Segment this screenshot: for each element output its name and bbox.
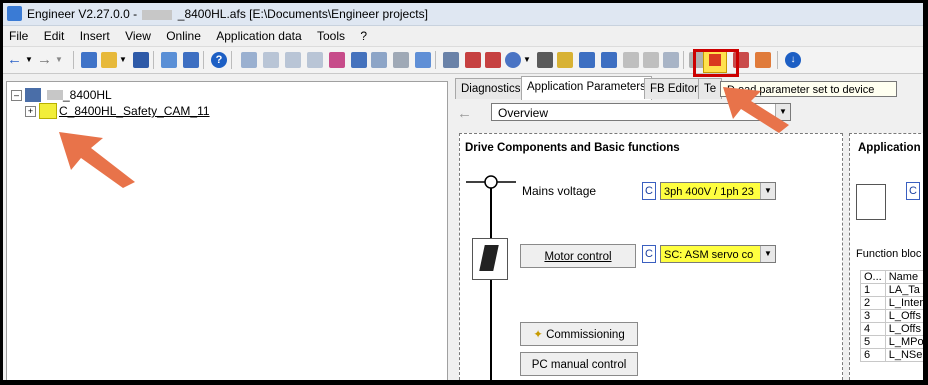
tab-application-parameters[interactable]: Application Parameters bbox=[521, 76, 652, 100]
motor-control-select[interactable]: SC: ASM servo co ▼ bbox=[660, 245, 776, 263]
disabled-icon[interactable] bbox=[623, 52, 639, 68]
chevron-down-icon[interactable]: ▼ bbox=[55, 52, 71, 68]
pc-manual-control-button[interactable]: PC manual control bbox=[520, 352, 638, 376]
table-row[interactable]: 2 L_Inter bbox=[860, 296, 923, 310]
menu-edit[interactable]: Edit bbox=[38, 27, 71, 45]
table-row[interactable]: 3 L_Offs bbox=[860, 309, 923, 323]
device-icon[interactable] bbox=[263, 52, 279, 68]
signal-icon[interactable] bbox=[505, 52, 521, 68]
go-online-icon[interactable] bbox=[465, 52, 481, 68]
annotation-arrow bbox=[59, 132, 135, 188]
device-icon[interactable] bbox=[351, 52, 367, 68]
app-icon bbox=[7, 6, 22, 21]
fb-col-name[interactable]: Name bbox=[884, 270, 923, 284]
connect-icon[interactable] bbox=[329, 52, 345, 68]
engineer-window: Engineer V2.27.0.0 - _8400HL.afs [E:\Doc… bbox=[3, 3, 923, 380]
forward-icon[interactable]: → bbox=[37, 52, 53, 68]
collapse-icon[interactable]: – bbox=[11, 90, 22, 101]
project-icon[interactable] bbox=[183, 52, 199, 68]
config-badge: C bbox=[642, 245, 656, 263]
mains-voltage-select[interactable]: 3ph 400V / 1ph 23 ▼ bbox=[660, 182, 776, 200]
back-icon[interactable]: ← bbox=[7, 52, 23, 68]
monitor-icon[interactable] bbox=[415, 52, 431, 68]
title-bar: Engineer V2.27.0.0 - _8400HL.afs [E:\Doc… bbox=[3, 3, 923, 26]
menu-online[interactable]: Online bbox=[160, 27, 207, 45]
back-icon[interactable]: ← bbox=[457, 105, 472, 122]
motor-control-label: Motor control bbox=[544, 251, 612, 263]
drive-box-title: Drive Components and Basic functions bbox=[465, 142, 680, 154]
tree-root-label: _8400HL bbox=[63, 88, 112, 102]
wand-icon: ✦ bbox=[533, 329, 543, 341]
expand-icon[interactable]: + bbox=[25, 106, 36, 117]
title-file: _8400HL.afs [E:\Documents\Engineer proje… bbox=[177, 7, 428, 21]
window-icon[interactable] bbox=[161, 52, 177, 68]
function-block-table: O... Name 1 LA_Ta 2 L_Inter 3 L_Offs 4 L_Off… bbox=[860, 270, 923, 362]
device-icon[interactable] bbox=[241, 52, 257, 68]
device-icon[interactable] bbox=[601, 52, 617, 68]
project-icon bbox=[25, 88, 41, 102]
device-icon[interactable] bbox=[663, 52, 679, 68]
menu-bar: File Edit Insert View Online Application… bbox=[3, 27, 923, 45]
view-select-value: Overview bbox=[498, 106, 549, 120]
tab-fb-editor[interactable]: FB Editor bbox=[644, 78, 704, 99]
menu-tools[interactable]: Tools bbox=[311, 27, 351, 45]
stop-icon[interactable] bbox=[537, 52, 553, 68]
network-icon[interactable] bbox=[393, 52, 409, 68]
application-box-title: Application bbox=[858, 142, 921, 154]
device-icon[interactable] bbox=[307, 52, 323, 68]
chevron-down-icon[interactable]: ▼ bbox=[760, 183, 775, 199]
chevron-down-icon[interactable]: ▼ bbox=[760, 246, 775, 262]
open-project-icon[interactable] bbox=[101, 52, 117, 68]
parameter-icon[interactable] bbox=[755, 52, 771, 68]
menu-view[interactable]: View bbox=[119, 27, 157, 45]
config-badge: C bbox=[906, 182, 920, 200]
annotation-arrow bbox=[723, 87, 789, 133]
motor-control-value: SC: ASM servo co bbox=[664, 249, 754, 261]
config-badge: C bbox=[642, 182, 656, 200]
commissioning-label: Commissioning bbox=[546, 329, 625, 341]
mains-voltage-value: 3ph 400V / 1ph 23 bbox=[664, 186, 754, 198]
help-icon[interactable]: ? bbox=[211, 52, 227, 68]
table-row[interactable]: 6 L_NSe bbox=[860, 348, 923, 362]
table-row[interactable]: 4 L_Offs bbox=[860, 322, 923, 336]
drive-components-box: Drive Components and Basic functions Mai… bbox=[459, 133, 843, 380]
device-icon[interactable] bbox=[579, 52, 595, 68]
menu-application-data[interactable]: Application data bbox=[210, 27, 307, 45]
device-icon[interactable] bbox=[443, 52, 459, 68]
fb-col-order[interactable]: O... bbox=[860, 270, 886, 284]
motor-control-button[interactable]: Motor control bbox=[520, 244, 636, 268]
title-app: Engineer V2.27.0.0 - bbox=[27, 7, 138, 21]
go-offline-icon[interactable] bbox=[485, 52, 501, 68]
table-row[interactable]: 1 LA_Ta bbox=[860, 283, 923, 297]
tree-child-label: C_8400HL_Safety_CAM_11 bbox=[59, 104, 210, 118]
window-title: Engineer V2.27.0.0 - _8400HL.afs [E:\Doc… bbox=[27, 7, 428, 21]
device-icon[interactable] bbox=[285, 52, 301, 68]
redacted-name bbox=[142, 9, 173, 20]
parameter-pane: Diagnostics Application Parameters FB Ed… bbox=[455, 75, 923, 380]
menu-insert[interactable]: Insert bbox=[74, 27, 116, 45]
tab-diagnostics[interactable]: Diagnostics bbox=[455, 78, 527, 99]
save-icon[interactable] bbox=[133, 52, 149, 68]
pc-manual-control-label: PC manual control bbox=[531, 359, 627, 371]
toolbar: ← ▼ → ▼ ▼ ? ▼ ↓ bbox=[3, 46, 923, 74]
highlight-box bbox=[693, 49, 739, 77]
motor-drive-icon bbox=[472, 238, 508, 280]
menu-file[interactable]: File bbox=[3, 27, 34, 45]
function-blocks-label: Function bloc bbox=[856, 248, 922, 260]
application-icon bbox=[856, 184, 886, 220]
network-icon[interactable] bbox=[371, 52, 387, 68]
table-row[interactable]: 5 L_MPot bbox=[860, 335, 923, 349]
menu-help[interactable]: ? bbox=[354, 27, 373, 45]
project-tree-pane: – _8400HL + C_8400HL_Safety_CAM_11 bbox=[6, 81, 448, 380]
mains-voltage-label: Mains voltage bbox=[522, 184, 597, 198]
disabled-icon[interactable] bbox=[643, 52, 659, 68]
device-node-icon bbox=[39, 103, 57, 119]
download-arrow-icon[interactable]: ↓ bbox=[785, 52, 801, 68]
commissioning-button[interactable]: ✦ Commissioning bbox=[520, 322, 638, 346]
wizard-icon[interactable] bbox=[557, 52, 573, 68]
new-project-icon[interactable] bbox=[81, 52, 97, 68]
tab-te[interactable]: Te bbox=[698, 78, 723, 99]
